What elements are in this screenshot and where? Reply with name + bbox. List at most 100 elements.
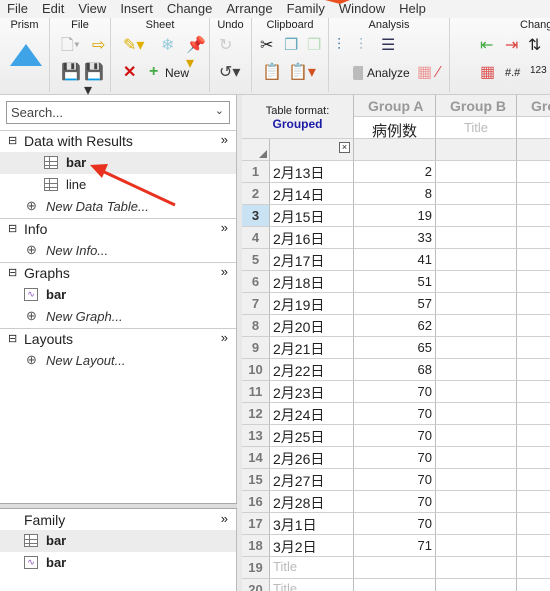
menu-arrange[interactable]: Arrange	[219, 0, 279, 18]
data-cell[interactable]	[354, 557, 436, 579]
data-cell[interactable]	[517, 293, 550, 315]
data-cell[interactable]	[436, 249, 517, 271]
data-cell[interactable]	[517, 513, 550, 535]
pin-icon[interactable]: 📌▾	[186, 37, 209, 73]
column-group-header[interactable]: Group B	[436, 95, 517, 117]
row-number[interactable]: 18	[242, 535, 270, 557]
data-cell[interactable]	[436, 337, 517, 359]
new-data-table-link[interactable]: ⊕ New Data Table...	[0, 196, 236, 218]
data-cell[interactable]	[436, 293, 517, 315]
redo-icon[interactable]: ↻	[219, 37, 232, 55]
row-number[interactable]: 20	[242, 579, 270, 591]
paste-icon[interactable]: 📋	[262, 64, 282, 82]
row-title-cell[interactable]: 2月25日	[270, 425, 354, 447]
move-left-icon[interactable]: ⇤	[480, 37, 493, 55]
row-title-cell[interactable]: 2月13日	[270, 161, 354, 183]
open-file-icon[interactable]: ⇨	[92, 37, 105, 55]
row-title-cell[interactable]: 2月17日	[270, 249, 354, 271]
row-number[interactable]: 19	[242, 557, 270, 579]
new-layout-link[interactable]: ⊕ New Layout...	[0, 350, 236, 372]
number-format-icon[interactable]: #.#	[505, 64, 520, 82]
data-cell[interactable]	[517, 469, 550, 491]
numbering-icon[interactable]: 123	[530, 62, 547, 80]
data-cell[interactable]	[436, 161, 517, 183]
data-cell[interactable]: 70	[354, 381, 436, 403]
data-cell[interactable]	[436, 469, 517, 491]
menu-help[interactable]: Help	[392, 0, 433, 18]
data-cell[interactable]	[517, 579, 550, 591]
data-cell[interactable]	[436, 183, 517, 205]
data-cell[interactable]: 70	[354, 447, 436, 469]
menu-window[interactable]: Window	[332, 0, 392, 18]
row-number[interactable]: 8	[242, 315, 270, 337]
row-title-header[interactable]: ×	[270, 139, 354, 161]
data-cell[interactable]	[436, 205, 517, 227]
data-cell[interactable]	[436, 579, 517, 591]
data-cell[interactable]: 51	[354, 271, 436, 293]
expand-icon[interactable]: »	[221, 220, 228, 235]
row-title-cell[interactable]: 2月22日	[270, 359, 354, 381]
row-title-cell[interactable]: 2月14日	[270, 183, 354, 205]
data-cell[interactable]: 65	[354, 337, 436, 359]
data-cell[interactable]	[517, 205, 550, 227]
data-cell[interactable]	[436, 513, 517, 535]
menu-edit[interactable]: Edit	[35, 0, 71, 18]
row-number[interactable]: 15	[242, 469, 270, 491]
data-cell[interactable]	[436, 359, 517, 381]
sum-icon[interactable]: ☰	[381, 37, 395, 55]
column-title-cell[interactable]: Title	[436, 117, 517, 139]
data-cell[interactable]: 70	[354, 469, 436, 491]
new-graph-link[interactable]: ⊕ New Graph...	[0, 306, 236, 328]
sort-icon[interactable]: ⇅	[528, 37, 541, 55]
row-number[interactable]: 12	[242, 403, 270, 425]
new-info-link[interactable]: ⊕ New Info...	[0, 240, 236, 262]
section-data-with-results[interactable]: ⊟ Data with Results »	[0, 130, 236, 151]
nav-item-data-bar[interactable]: bar	[0, 152, 236, 174]
data-cell[interactable]	[436, 535, 517, 557]
collapse-toggle-icon[interactable]: ⊟	[8, 134, 17, 147]
data-cell[interactable]	[517, 557, 550, 579]
insert-table-icon[interactable]: ▦	[480, 64, 495, 82]
row-number[interactable]: 17	[242, 513, 270, 535]
data-cell[interactable]	[517, 447, 550, 469]
data-cell[interactable]	[517, 381, 550, 403]
data-cell[interactable]	[517, 161, 550, 183]
data-cell[interactable]	[436, 271, 517, 293]
data-cell[interactable]	[436, 315, 517, 337]
row-title-cell[interactable]: 2月27日	[270, 469, 354, 491]
row-title-cell[interactable]: 3月2日	[270, 535, 354, 557]
data-cell[interactable]	[517, 337, 550, 359]
data-cell[interactable]: 71	[354, 535, 436, 557]
data-cell[interactable]	[517, 491, 550, 513]
menu-family[interactable]: Family	[280, 0, 332, 18]
data-cell[interactable]	[436, 425, 517, 447]
row-title-placeholder[interactable]: Title	[270, 557, 354, 579]
data-cell[interactable]	[436, 227, 517, 249]
expand-icon[interactable]: »	[221, 264, 228, 279]
table-icon[interactable]: ▦	[417, 64, 432, 82]
row-number[interactable]: 7	[242, 293, 270, 315]
data-cell[interactable]	[517, 249, 550, 271]
data-cell[interactable]: 70	[354, 425, 436, 447]
menu-view[interactable]: View	[71, 0, 113, 18]
delete-icon[interactable]: ✕	[123, 64, 136, 82]
row-title-cell[interactable]: 2月18日	[270, 271, 354, 293]
data-cell[interactable]	[517, 183, 550, 205]
t-test-icon[interactable]: ⫶	[359, 37, 363, 55]
column-group-header[interactable]: Group A	[354, 95, 436, 117]
data-cell[interactable]	[436, 557, 517, 579]
xy-analysis-icon[interactable]: ⫶	[337, 37, 341, 55]
row-title-cell[interactable]: 3月1日	[270, 513, 354, 535]
section-layouts[interactable]: ⊟ Layouts »	[0, 328, 236, 349]
row-title-cell[interactable]: 2月26日	[270, 447, 354, 469]
collapse-toggle-icon[interactable]: ⊟	[8, 222, 17, 235]
row-title-cell[interactable]: 2月24日	[270, 403, 354, 425]
data-cell[interactable]	[517, 271, 550, 293]
save-icon[interactable]: 💾	[61, 64, 81, 82]
data-cell[interactable]: 33	[354, 227, 436, 249]
cut-icon[interactable]: ✂	[260, 37, 273, 55]
move-right-icon[interactable]: ⇥	[505, 37, 518, 55]
row-title-cell[interactable]: 2月21日	[270, 337, 354, 359]
menu-insert[interactable]: Insert	[113, 0, 160, 18]
prism-logo-icon[interactable]	[10, 44, 42, 66]
